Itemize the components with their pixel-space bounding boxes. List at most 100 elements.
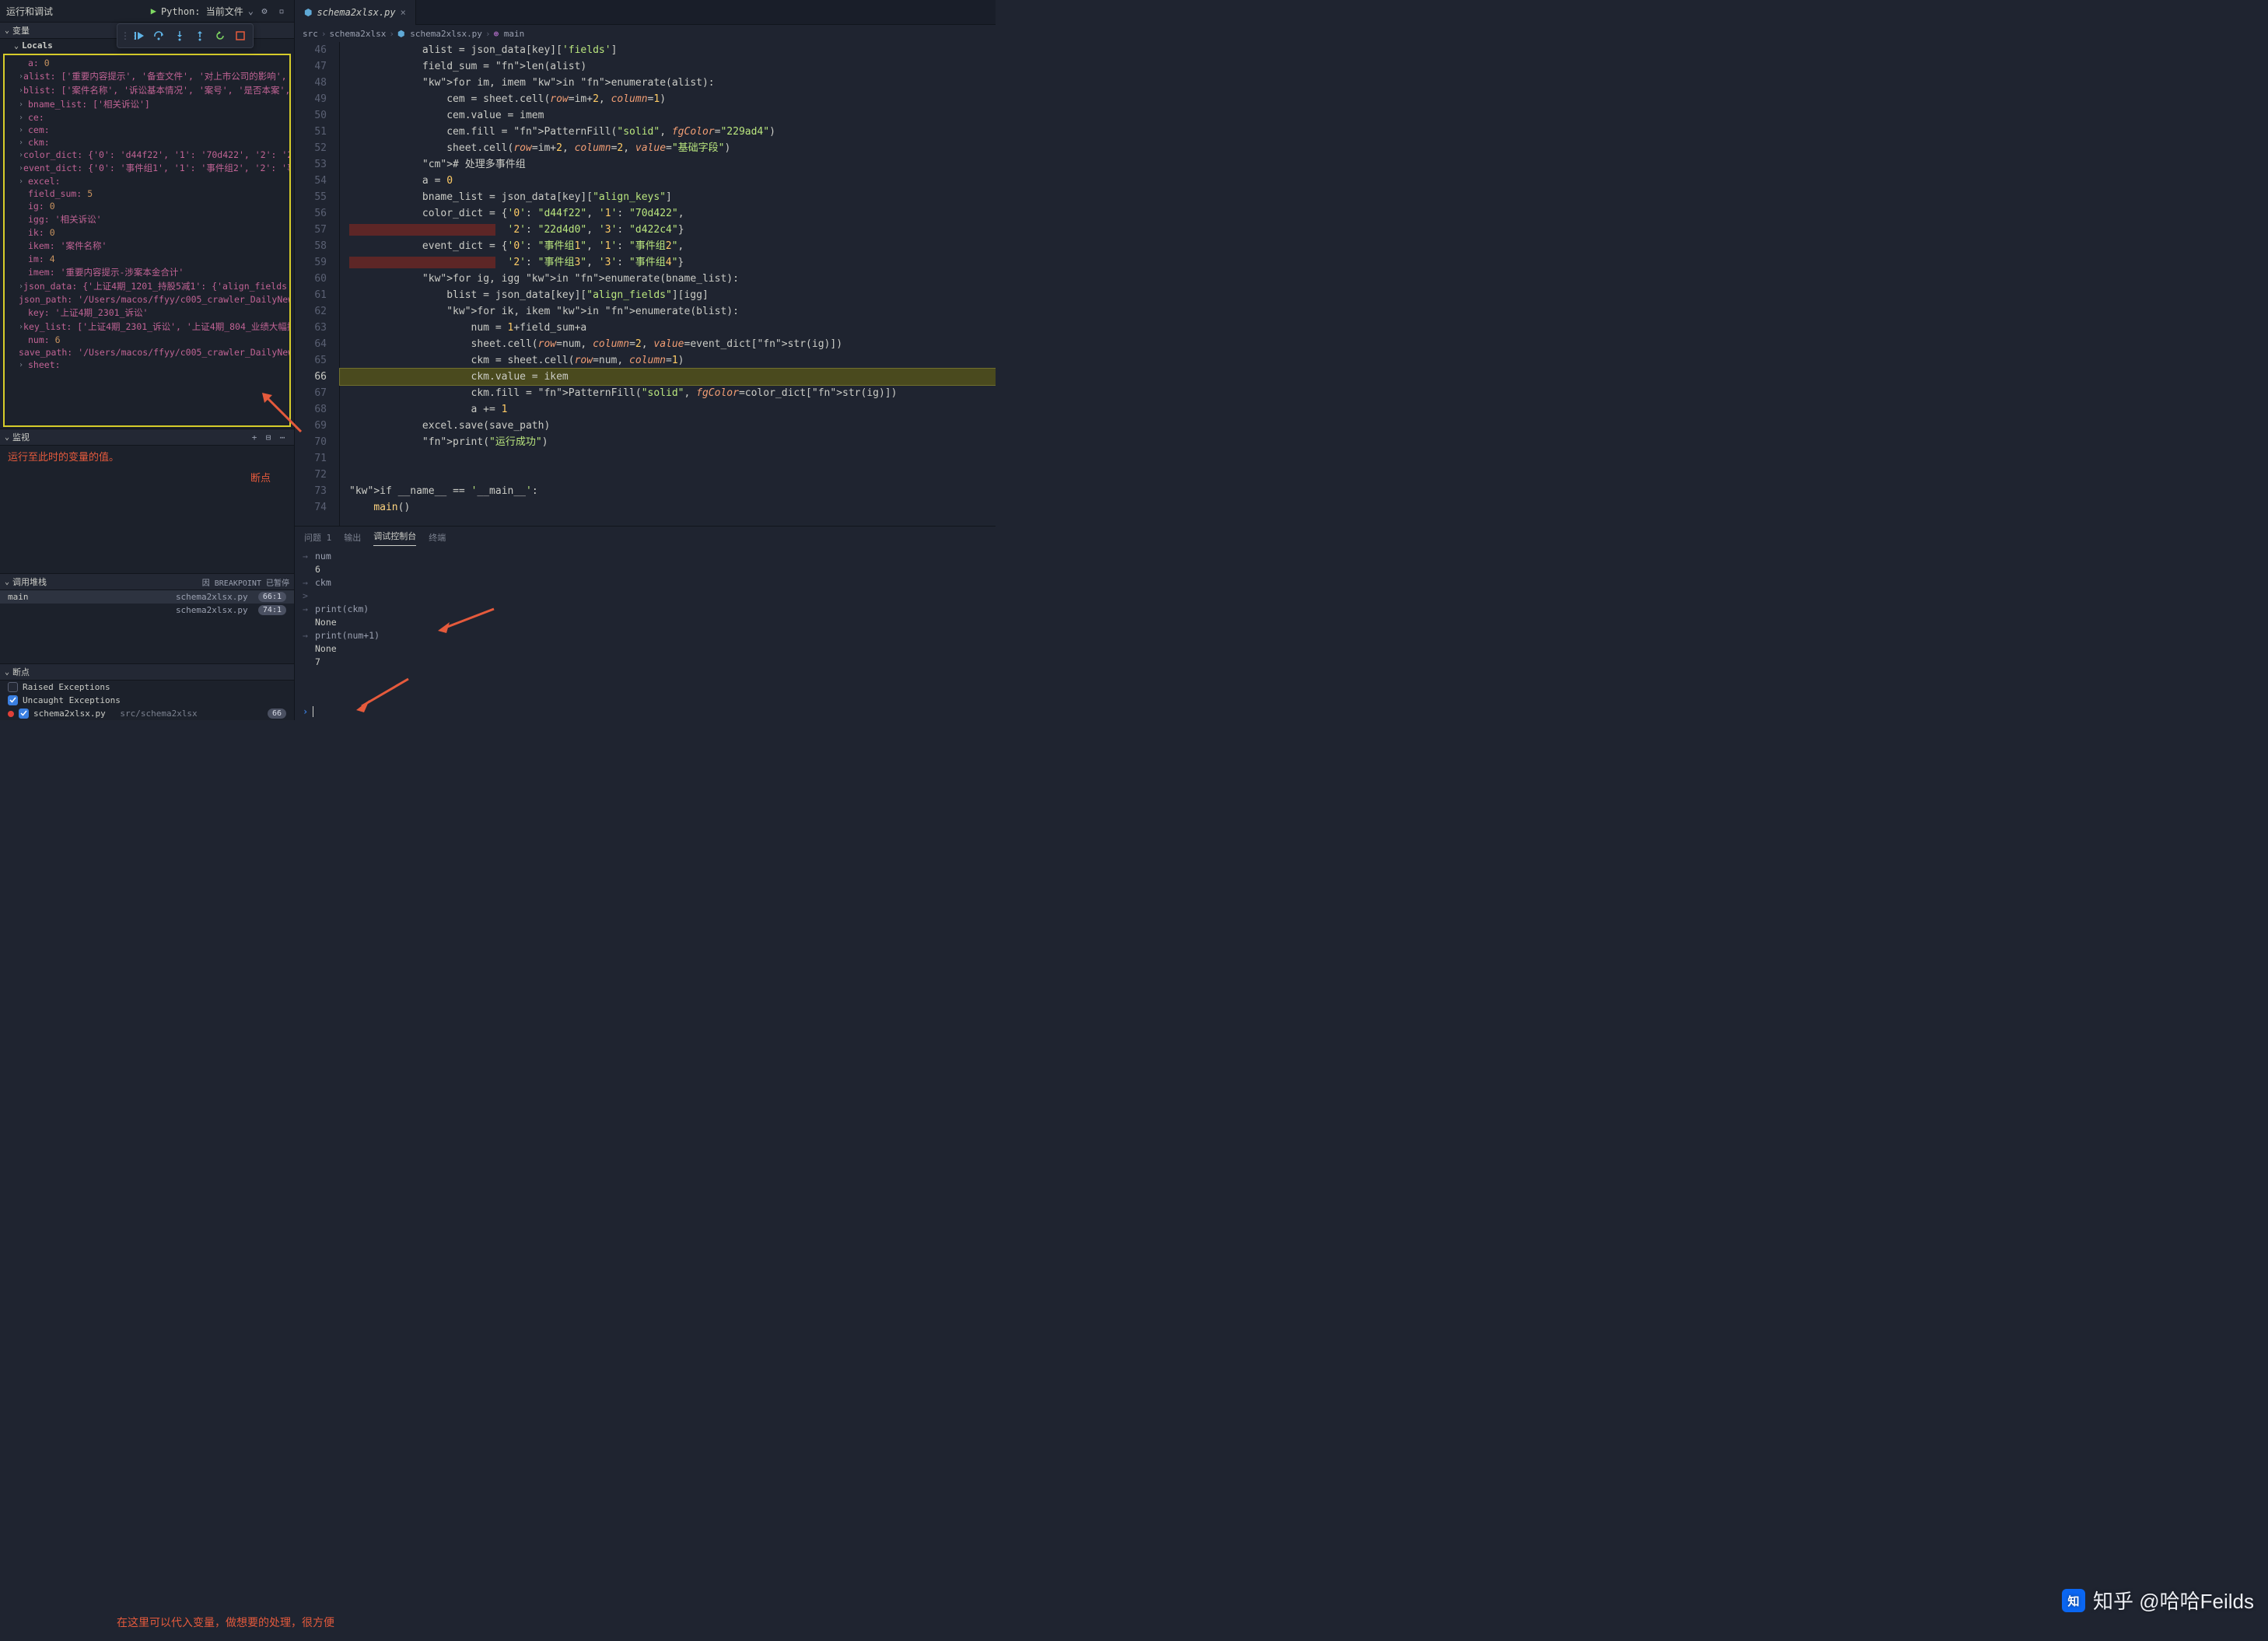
variable-row[interactable]: ›ckm: <box>5 136 289 149</box>
code-line[interactable]: cem.value = imem <box>340 107 996 124</box>
start-play-icon[interactable]: ▶ <box>151 5 156 16</box>
terminal-tab[interactable]: 输出 <box>344 531 361 544</box>
variable-row[interactable]: ›color_dict: {'0': 'd44f22', '1': '70d42… <box>5 149 289 161</box>
code-line[interactable]: ckm.value = ikem <box>340 369 996 385</box>
code-line[interactable]: event_dict = {'0': "事件组1", '1': "事件组2", <box>340 238 996 254</box>
code-line[interactable]: field_sum = "fn">len(alist) <box>340 58 996 75</box>
callstack-section-head[interactable]: ⌄调用堆栈 因 BREAKPOINT 已暂停 <box>0 573 294 590</box>
variable-row[interactable]: ›json_data: {'上证4期_1201_持股5减1': {'align_… <box>5 279 289 293</box>
code-line[interactable]: sheet.cell(row=im+2, column=2, value="基础… <box>340 140 996 156</box>
variable-row[interactable]: num: 6 <box>5 334 289 346</box>
terminal-tab[interactable]: 问题 1 <box>304 531 331 544</box>
console-line: →print(num+1) <box>303 629 988 642</box>
debug-console-body[interactable]: →num 6→ckm>→print(ckm) None →print(num+1… <box>295 548 996 706</box>
code-line[interactable] <box>340 450 996 467</box>
code-line[interactable]: num = 1+field_sum+a <box>340 320 996 336</box>
variable-row[interactable]: ›excel: <box>5 175 289 187</box>
breadcrumb-item[interactable]: ⊕ main <box>494 29 525 39</box>
code-line[interactable]: ckm = sheet.cell(row=num, column=1) <box>340 352 996 369</box>
line-number-gutter[interactable]: 4647484950515253545556575859606162636465… <box>295 42 340 526</box>
restart-button[interactable] <box>211 26 229 45</box>
variable-row[interactable]: imem: '重要内容提示-涉案本金合计' <box>5 265 289 279</box>
stop-button[interactable] <box>231 26 250 45</box>
annotation-terminal: 在这里可以代入变量，做想要的处理，很方便 <box>117 1615 334 1630</box>
code-line[interactable]: a = 0 <box>340 173 996 189</box>
variable-row[interactable]: ik: 0 <box>5 226 289 239</box>
code-line[interactable]: cem = sheet.cell(row=im+2, column=1) <box>340 91 996 107</box>
breakpoint-file[interactable]: schema2xlsx.py src/schema2xlsx66 <box>0 707 294 720</box>
variable-row[interactable]: field_sum: 5 <box>5 187 289 200</box>
callstack-frame[interactable]: mainschema2xlsx.py 66:1 <box>0 590 294 604</box>
variable-row[interactable]: ig: 0 <box>5 200 289 212</box>
variable-row[interactable]: igg: '相关诉讼' <box>5 212 289 226</box>
variable-row[interactable]: ›event_dict: {'0': '事件组1', '1': '事件组2', … <box>5 161 289 175</box>
variable-row[interactable]: ›alist: ['重要内容提示', '备查文件', '对上市公司的影响', '… <box>5 69 289 83</box>
breakpoint-option[interactable]: Uncaught Exceptions <box>0 694 294 707</box>
variable-row[interactable]: ›key_list: ['上证4期_2301_诉讼', '上证4期_804_业绩… <box>5 320 289 334</box>
breadcrumb-item[interactable]: src <box>303 29 318 39</box>
breadcrumbs[interactable]: src›schema2xlsx›⬢ schema2xlsx.py›⊕ main <box>295 25 996 42</box>
code-line[interactable]: bname_list = json_data[key]["align_keys"… <box>340 189 996 205</box>
code-line[interactable]: cem.fill = "fn">PatternFill("solid", fgC… <box>340 124 996 140</box>
variable-row[interactable]: ikem: '案件名称' <box>5 239 289 253</box>
terminal-tabs: 问题 1 输出调试控制台终端 <box>295 527 996 548</box>
variable-row[interactable]: ›sheet: <box>5 359 289 371</box>
code-line[interactable] <box>340 467 996 483</box>
code-line[interactable]: color_dict = {'0': "d44f22", '1': "70d42… <box>340 205 996 222</box>
code-line[interactable]: '2': "事件组3", '3': "事件组4"} <box>340 254 996 271</box>
console-line: →num <box>303 550 988 563</box>
variable-row[interactable]: ›bname_list: ['相关诉讼'] <box>5 97 289 111</box>
code-line[interactable]: ckm.fill = "fn">PatternFill("solid", fgC… <box>340 385 996 401</box>
terminal-tab[interactable]: 终端 <box>429 531 446 544</box>
config-chevron-icon[interactable]: ⌄ <box>248 5 254 16</box>
variable-row[interactable]: ›blist: ['案件名称', '诉讼基本情况', '案号', '是否本案',… <box>5 83 289 97</box>
tab-file[interactable]: ⬢ schema2xlsx.py × <box>295 0 416 25</box>
watch-section-head[interactable]: ⌄监视 + ⊟ ⋯ <box>0 429 294 446</box>
variable-row[interactable]: key: '上证4期_2301_诉讼' <box>5 306 289 320</box>
panel-icon[interactable]: ▫ <box>275 5 288 17</box>
continue-button[interactable] <box>130 26 149 45</box>
code-line[interactable]: main() <box>340 499 996 516</box>
variable-row[interactable]: save_path: '/Users/macos/ffyy/c005_crawl… <box>5 346 289 359</box>
debug-config-name[interactable]: Python: 当前文件 <box>161 5 243 18</box>
add-watch-icon[interactable]: + <box>247 430 261 444</box>
code-line[interactable]: '2': "22d4d0", '3': "d422c4"} <box>340 222 996 238</box>
variable-row[interactable]: ›cem: <box>5 124 289 136</box>
breakpoints-section-head[interactable]: ⌄断点 <box>0 663 294 681</box>
terminal-tab[interactable]: 调试控制台 <box>373 530 416 546</box>
callstack-frame[interactable]: schema2xlsx.py 74:1 <box>0 604 294 617</box>
tab-label: schema2xlsx.py <box>317 7 395 18</box>
step-out-button[interactable] <box>191 26 209 45</box>
variable-row[interactable]: a: 0 <box>5 57 289 69</box>
gear-icon[interactable]: ⚙ <box>258 5 271 17</box>
code-line[interactable]: a += 1 <box>340 401 996 418</box>
close-tab-icon[interactable]: × <box>401 7 406 18</box>
debug-header: 运行和调试 ▶ Python: 当前文件 ⌄ ⚙ ▫ <box>0 0 294 22</box>
collapse-watch-icon[interactable]: ⊟ <box>261 430 275 444</box>
code-line[interactable]: alist = json_data[key]['fields'] <box>340 42 996 58</box>
code-line[interactable]: excel.save(save_path) <box>340 418 996 434</box>
debug-console-input[interactable]: › <box>295 706 996 720</box>
code-line[interactable]: blist = json_data[key]["align_fields"][i… <box>340 287 996 303</box>
breadcrumb-item[interactable]: schema2xlsx <box>330 29 387 39</box>
variable-row[interactable]: im: 4 <box>5 253 289 265</box>
variable-row[interactable]: json_path: '/Users/macos/ffyy/c005_crawl… <box>5 293 289 306</box>
code-line[interactable]: "fn">print("运行成功") <box>340 434 996 450</box>
code-line[interactable]: "kw">for ik, ikem "kw">in "fn">enumerate… <box>340 303 996 320</box>
more-watch-icon[interactable]: ⋯ <box>275 430 289 444</box>
code-line[interactable]: "kw">for ig, igg "kw">in "fn">enumerate(… <box>340 271 996 287</box>
toolbar-grip[interactable]: ⋮⋮ <box>121 30 128 41</box>
tab-bar: ⬢ schema2xlsx.py × <box>295 0 996 25</box>
step-over-button[interactable] <box>150 26 169 45</box>
code-line[interactable]: sheet.cell(row=num, column=2, value=even… <box>340 336 996 352</box>
variable-row[interactable]: ›ce: <box>5 111 289 124</box>
console-line: →ckm <box>303 576 988 590</box>
breakpoint-option[interactable]: Raised Exceptions <box>0 681 294 694</box>
step-into-button[interactable] <box>170 26 189 45</box>
code-line[interactable]: "cm"># 处理多事件组 <box>340 156 996 173</box>
breadcrumb-item[interactable]: ⬢ schema2xlsx.py <box>397 29 482 39</box>
code-editor[interactable]: 4647484950515253545556575859606162636465… <box>295 42 996 526</box>
code-line[interactable]: "kw">if __name__ == '__main__': <box>340 483 996 499</box>
code-line[interactable]: "kw">for im, imem "kw">in "fn">enumerate… <box>340 75 996 91</box>
locals-list: a: 0›alist: ['重要内容提示', '备查文件', '对上市公司的影响… <box>3 54 291 427</box>
